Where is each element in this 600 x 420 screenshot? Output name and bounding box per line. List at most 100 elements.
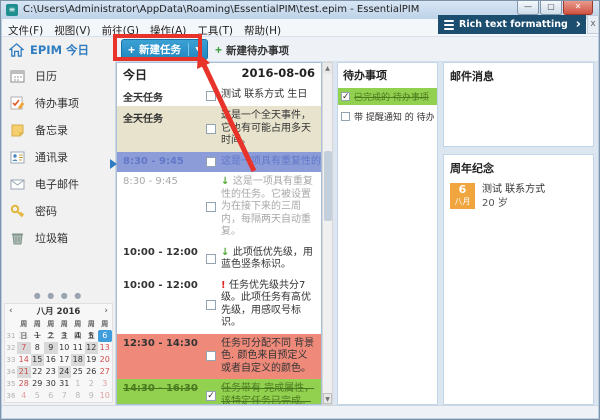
calendar-day-header: 周六	[98, 318, 112, 330]
minimize-button[interactable]: —	[517, 1, 539, 15]
todo-checkbox[interactable]	[341, 112, 350, 121]
task-checkbox[interactable]	[206, 124, 216, 134]
calendar-day[interactable]: 25	[71, 366, 85, 378]
new-todo-button[interactable]: + 新建待办事项	[215, 40, 289, 60]
task-row[interactable]: 10:00 - 12:00! 任务优先级共分7级。此项任务有高优先级，用感叹号标…	[117, 276, 321, 334]
calendar-day[interactable]: 15	[31, 354, 45, 366]
calendar-day[interactable]: 11	[71, 342, 85, 354]
calendar-day[interactable]: 1	[71, 378, 85, 390]
task-checkbox[interactable]	[206, 157, 216, 167]
task-row[interactable]: 10:00 - 12:00↓ 此项低优先级，用蓝色竖条标识。	[117, 243, 321, 276]
task-text: ↓ 此项低优先级，用蓝色竖条标识。	[221, 245, 321, 274]
task-row[interactable]: 8:30 - 9:45这是一项具有重复性的任务	[117, 152, 321, 173]
task-checkbox[interactable]	[206, 351, 216, 361]
app-window: ≡ C:\Users\Administrator\AppData\Roaming…	[0, 0, 600, 420]
calendar-day[interactable]: 8	[71, 390, 85, 402]
new-task-label: 新建任务	[139, 42, 181, 57]
anniversary-item[interactable]: 6 八月 测试 联系方式 20 岁	[450, 183, 587, 211]
calendar-day[interactable]: 14	[17, 354, 31, 366]
task-checkbox[interactable]	[206, 91, 216, 101]
maximize-button[interactable]: ▢	[540, 1, 562, 15]
calendar-day[interactable]: 9	[44, 342, 58, 354]
sidebar-item-待办事项[interactable]: 待办事项	[2, 89, 115, 116]
calendar-day[interactable]: 16	[44, 354, 58, 366]
todo-item[interactable]: ✓已完成的 待办事项	[338, 88, 437, 105]
task-text: ! 任务优先级共分7级。此项任务有高优先级，用感叹号标识。	[221, 278, 321, 332]
calendar-day[interactable]: 4	[71, 330, 85, 342]
calendar-day[interactable]: 10	[98, 390, 112, 402]
sidebar-item-电子邮件[interactable]: 电子邮件	[2, 170, 115, 197]
week-number: 36	[5, 390, 17, 402]
calendar-next-button[interactable]: ›	[98, 306, 108, 316]
calendar-day[interactable]: 12	[85, 342, 99, 354]
calendar-day[interactable]: 2	[44, 330, 58, 342]
task-checkbox[interactable]	[206, 300, 216, 310]
banner-close-button[interactable]: x	[587, 15, 599, 34]
calendar-day[interactable]: 28	[17, 378, 31, 390]
calendar-day[interactable]: 27	[98, 366, 112, 378]
calendar-day[interactable]: 30	[44, 378, 58, 390]
calendar-day-today[interactable]: 6	[98, 330, 112, 342]
sidebar-item-垃圾箱[interactable]: 垃圾箱	[2, 224, 115, 251]
calendar-day[interactable]: 31	[17, 330, 31, 342]
calendar-day[interactable]: 24	[58, 366, 72, 378]
calendar-day[interactable]: 9	[85, 390, 99, 402]
calendar-day[interactable]: 31	[58, 378, 72, 390]
calendar-day[interactable]: 10	[58, 342, 72, 354]
task-row[interactable]: 12:30 - 14:30任务可分配不同 背景色. 颜色来自预定义或者自定义的颜…	[117, 334, 321, 380]
calendar-day[interactable]: 8	[31, 342, 45, 354]
sidebar-item-日历[interactable]: 日历	[2, 62, 115, 89]
splitter-handle[interactable]: ● ● ● ●	[2, 291, 115, 300]
calendar-day[interactable]: 19	[85, 354, 99, 366]
calendar-day[interactable]: 4	[17, 390, 31, 402]
calendar-day[interactable]: 7	[17, 342, 31, 354]
chevron-right-icon[interactable]: ›	[576, 17, 581, 32]
sidebar-item-epim-today[interactable]: EPIM 今日	[2, 37, 116, 62]
calendar-day[interactable]: 23	[44, 366, 58, 378]
date-badge: 6 八月	[450, 183, 475, 209]
calendar-day-header: 周五	[85, 318, 99, 330]
calendar-day[interactable]: 22	[31, 366, 45, 378]
calendar-day[interactable]: 3	[58, 330, 72, 342]
calendar-day[interactable]: 18	[71, 354, 85, 366]
task-row[interactable]: 14:30 - 16:30✓任务带有 完成属性，该特定任务已完成。	[117, 379, 321, 405]
task-checkbox[interactable]	[206, 202, 216, 212]
calendar-day[interactable]: 1	[31, 330, 45, 342]
calendar-day[interactable]: 13	[98, 342, 112, 354]
scrollbar[interactable]: ▲ ▼	[322, 62, 333, 405]
calendar-day-header: 周三	[58, 318, 72, 330]
calendar-day[interactable]: 21	[17, 366, 31, 378]
task-row[interactable]: 8:30 - 9:45↓ 这是一项具有重复性的任务。它被设置为在接下来的三周内，…	[117, 172, 321, 243]
calendar-day[interactable]: 2	[85, 378, 99, 390]
mail-icon	[10, 176, 27, 191]
calendar-day[interactable]: 26	[85, 366, 99, 378]
close-button[interactable]: ✕	[563, 1, 593, 15]
calendar-prev-button[interactable]: ‹	[9, 306, 19, 316]
new-task-button[interactable]: + 新建任务 ▼	[121, 39, 208, 60]
sidebar-item-label: 待办事项	[35, 95, 79, 111]
calendar-day[interactable]: 3	[98, 378, 112, 390]
sidebar-item-label: 密码	[35, 203, 57, 219]
today-panel: 今日 2016-08-06 全天任务测试 联系方式 生日全天任务这是一个全天事件…	[116, 62, 322, 405]
rich-text-banner[interactable]: Rich text formatting ›	[438, 15, 586, 34]
calendar-day[interactable]: 6	[44, 390, 58, 402]
sidebar-item-备忘录[interactable]: 备忘录	[2, 116, 115, 143]
sidebar-item-密码[interactable]: 密码	[2, 197, 115, 224]
todo-item[interactable]: 带 提醒通知 的 待办事项	[338, 108, 437, 125]
task-checkbox[interactable]: ✓	[206, 391, 216, 401]
scrollbar-thumb[interactable]	[324, 151, 332, 221]
calendar-day[interactable]: 7	[58, 390, 72, 402]
calendar-day[interactable]: 20	[98, 354, 112, 366]
task-row[interactable]: 全天任务测试 联系方式 生日	[117, 85, 321, 106]
calendar-day[interactable]: 5	[31, 390, 45, 402]
dropdown-caret-icon[interactable]: ▼	[194, 46, 201, 53]
scroll-up-icon[interactable]: ▲	[323, 63, 332, 74]
calendar-day[interactable]: 17	[58, 354, 72, 366]
calendar-day[interactable]: 5	[85, 330, 99, 342]
sidebar-item-通讯录[interactable]: 通讯录	[2, 143, 115, 170]
task-checkbox[interactable]	[206, 254, 216, 264]
todo-checkbox[interactable]: ✓	[341, 92, 350, 101]
calendar-day[interactable]: 29	[31, 378, 45, 390]
scroll-down-icon[interactable]: ▼	[323, 393, 332, 404]
task-row[interactable]: 全天任务这是一个全天事件，它也有可能占用多天时间。	[117, 106, 321, 152]
